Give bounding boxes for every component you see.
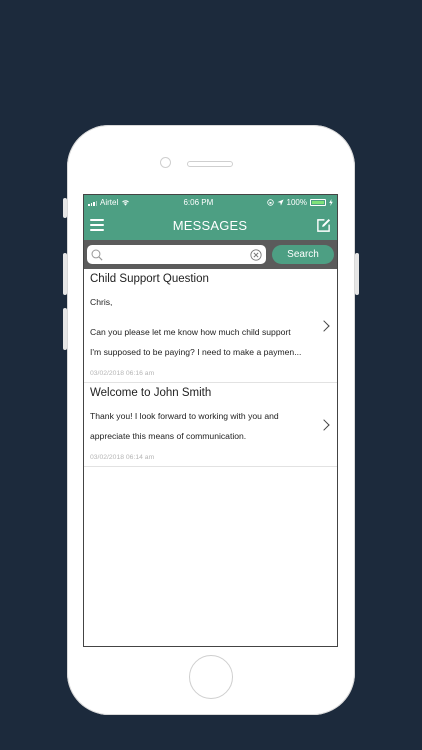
message-preview-line1: Thank you! I look forward to working wit… — [90, 411, 279, 421]
search-bar: Search — [84, 240, 337, 269]
volume-down-button — [63, 308, 67, 350]
orientation-lock-icon — [266, 199, 274, 206]
location-icon — [276, 199, 284, 206]
search-input[interactable] — [106, 246, 247, 263]
earpiece-speaker — [187, 161, 233, 167]
message-date: 03/02/2018 06:14 am — [90, 454, 155, 461]
search-button[interactable]: Search — [272, 245, 334, 264]
search-field-container — [87, 245, 266, 264]
chevron-right-icon — [318, 418, 330, 431]
signal-icon — [88, 200, 97, 206]
list-item[interactable]: Child Support Question Chris, Can you pl… — [84, 269, 337, 383]
compose-icon[interactable] — [316, 218, 331, 233]
volume-up-button — [63, 253, 67, 295]
search-icon — [91, 249, 103, 261]
mute-switch — [63, 198, 67, 218]
battery-icon — [310, 199, 326, 206]
app-screen: Airtel 6:06 PM 100% MESSAGES Search Chil… — [83, 194, 338, 647]
power-button — [355, 253, 359, 295]
chevron-right-icon — [318, 319, 330, 332]
nav-bar: MESSAGES — [84, 210, 337, 240]
carrier-label: Airtel — [100, 198, 119, 207]
home-button[interactable] — [189, 655, 233, 699]
message-preview-line2: appreciate this means of communication. — [90, 431, 247, 441]
list-item[interactable]: Welcome to John Smith Thank you! I look … — [84, 383, 337, 467]
status-bar: Airtel 6:06 PM 100% — [84, 195, 337, 210]
clock: 6:06 PM — [183, 198, 214, 207]
menu-icon[interactable] — [90, 219, 104, 231]
message-title: Welcome to John Smith — [90, 387, 212, 399]
message-preview: Chris, Can you please let me know how mu… — [90, 287, 315, 367]
charging-icon — [329, 199, 333, 206]
message-preview-line2: I'm supposed to be paying? I need to mak… — [90, 347, 302, 357]
wifi-icon — [122, 200, 130, 206]
message-list: Child Support Question Chris, Can you pl… — [84, 269, 337, 467]
front-camera — [160, 157, 171, 168]
clear-search-icon[interactable] — [250, 248, 262, 261]
message-greeting: Chris, — [90, 297, 113, 307]
message-title: Child Support Question — [90, 273, 209, 285]
message-preview-line1: Can you please let me know how much chil… — [90, 327, 291, 337]
message-preview: Thank you! I look forward to working wit… — [90, 401, 315, 451]
battery-percent: 100% — [286, 198, 307, 207]
page-title: MESSAGES — [172, 217, 248, 233]
message-date: 03/02/2018 06:16 am — [90, 370, 155, 377]
